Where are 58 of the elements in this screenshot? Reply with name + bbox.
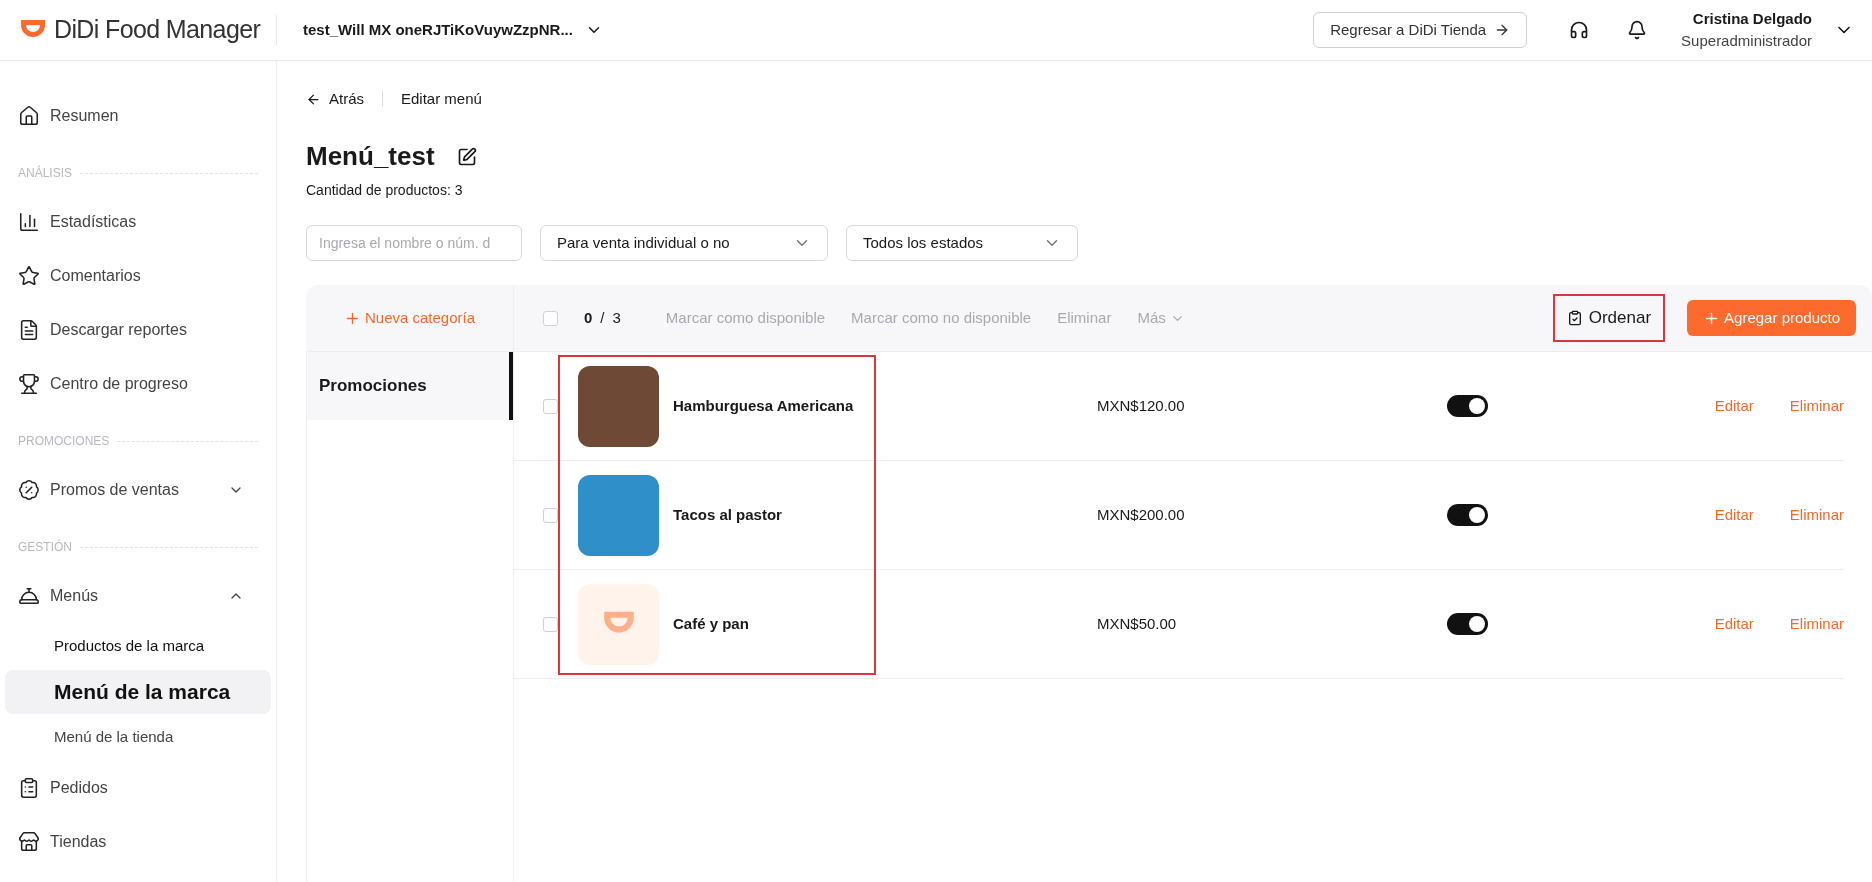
trophy-icon (18, 373, 40, 395)
sidebar-item[interactable]: Tiendas (5, 815, 271, 869)
home-icon (18, 105, 40, 127)
page-title: Menú_test (306, 140, 435, 173)
store-selector[interactable]: test_Will MX oneRJTiKoVuywZzpNR... (303, 18, 603, 42)
breadcrumb-current: Editar menú (401, 88, 482, 109)
section-label: PROMOCIONES (18, 433, 110, 450)
product-name: Tacos al pastor (673, 504, 783, 525)
product-count: Cantidad de productos: 3 (306, 181, 464, 200)
product-name: Hamburguesa Americana (673, 395, 855, 416)
checkbox[interactable] (543, 616, 558, 632)
submenu-item[interactable]: Menú de la tienda (5, 714, 271, 761)
selected-count: 0 (584, 307, 593, 328)
sidebar-item[interactable]: Descargar reportes (5, 303, 271, 357)
filter-dropdown[interactable]: Para venta individual o no (540, 225, 828, 261)
clipboard-icon (18, 777, 40, 799)
percent-badge-icon (18, 479, 40, 501)
submenu-item[interactable]: Productos de la marca (5, 623, 271, 670)
section-label: ANÁLISIS (18, 164, 73, 182)
sidebar-item[interactable]: Promos de ventas (5, 463, 271, 517)
chart-icon (18, 211, 40, 233)
sidebar-item[interactable]: Resumen (5, 89, 271, 143)
sort-button[interactable]: Ordenar (1552, 294, 1666, 342)
filter-dropdown[interactable]: Todos los estados (846, 225, 1078, 261)
checkbox[interactable] (543, 310, 558, 326)
notification-icon[interactable] (1627, 20, 1648, 40)
user-name: Cristina Delgado (1692, 9, 1812, 29)
category-item[interactable]: Promociones (307, 352, 513, 420)
store-icon (18, 831, 40, 853)
edit-icon[interactable] (456, 146, 477, 167)
product-price: MXN$120.00 (1097, 395, 1186, 416)
document-icon (18, 319, 40, 341)
search-field[interactable]: Ingresa el nombre o núm. d (306, 225, 522, 261)
cloche-icon (18, 585, 40, 607)
total-count: 3 (612, 307, 621, 328)
back-link[interactable]: Atrás (306, 87, 364, 111)
product-name: Café y pan (673, 613, 750, 634)
star-icon (18, 265, 40, 287)
checkbox[interactable] (543, 507, 558, 523)
clipboard-icon (1566, 310, 1583, 326)
sidebar-item[interactable]: Pedidos (5, 761, 271, 815)
availability-toggle[interactable] (1447, 395, 1488, 417)
sidebar-item[interactable]: Comentarios (5, 249, 271, 303)
section-label: GESTIÓN (18, 538, 72, 556)
count-separator: / (600, 307, 605, 328)
checkbox[interactable] (543, 398, 558, 414)
sidebar-item[interactable]: Estadísticas (5, 195, 271, 249)
support-icon[interactable] (1569, 20, 1590, 40)
availability-toggle[interactable] (1447, 504, 1488, 526)
availability-toggle[interactable] (1447, 613, 1488, 635)
app-title: DiDi Food Manager (54, 14, 261, 46)
return-button[interactable]: Regresar a DiDi Tienda (1313, 12, 1528, 48)
sidebar-item[interactable]: Centro de progreso (5, 357, 271, 411)
sidebar-item[interactable]: Menús (5, 569, 271, 623)
submenu-item[interactable]: Menú de la marca (5, 670, 271, 714)
product-price: MXN$200.00 (1097, 504, 1186, 525)
product-price: MXN$50.00 (1097, 613, 1178, 634)
user-role: Superadministrador (1681, 31, 1812, 51)
